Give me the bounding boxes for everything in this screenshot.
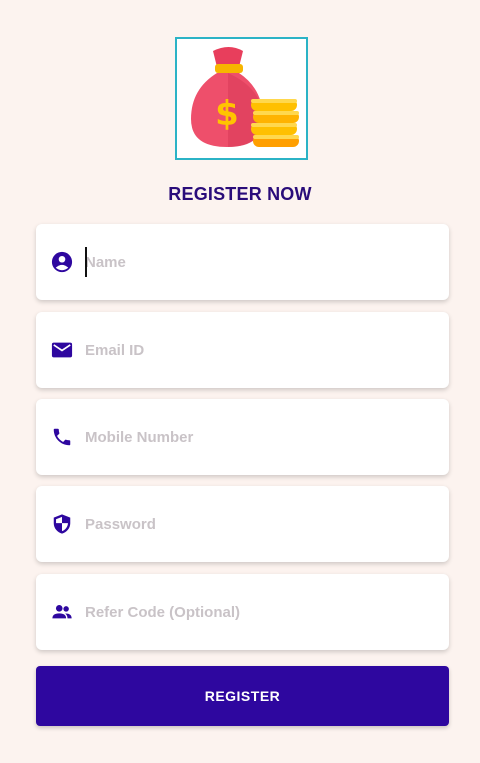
shield-icon bbox=[53, 514, 71, 534]
phone-icon bbox=[53, 428, 71, 446]
people-icon bbox=[52, 605, 72, 619]
mobile-number-input[interactable] bbox=[85, 418, 425, 456]
money-bag-with-coins-icon: $ bbox=[191, 47, 299, 147]
password-field-container[interactable] bbox=[36, 486, 449, 562]
register-screen: $ REGISTER NOW Name Email ID Mobile Numb… bbox=[0, 0, 480, 763]
refer-code-input[interactable] bbox=[85, 593, 425, 631]
page-title: REGISTER NOW bbox=[168, 184, 312, 204]
name-input[interactable] bbox=[85, 243, 425, 281]
refer-code-field-container[interactable] bbox=[36, 574, 449, 650]
mobile-field-container[interactable] bbox=[36, 399, 449, 475]
svg-text:$: $ bbox=[215, 94, 239, 134]
email-input[interactable] bbox=[85, 331, 425, 369]
app-logo: $ bbox=[175, 37, 308, 160]
email-icon bbox=[51, 342, 73, 358]
password-input[interactable] bbox=[85, 505, 425, 543]
text-cursor bbox=[85, 247, 87, 277]
register-button[interactable]: REGISTER bbox=[36, 666, 449, 726]
email-field-container[interactable] bbox=[36, 312, 449, 388]
account-circle-icon bbox=[51, 251, 73, 273]
name-field-container[interactable] bbox=[36, 224, 449, 300]
